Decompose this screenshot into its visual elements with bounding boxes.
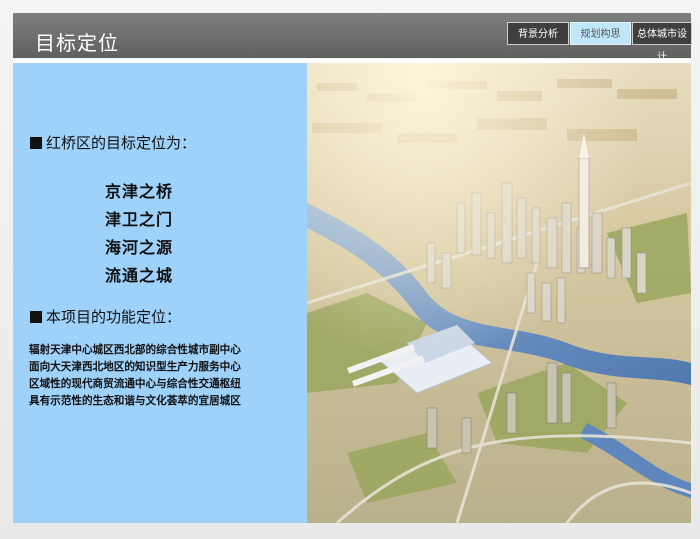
target-heading-text: 红桥区的目标定位为： xyxy=(46,134,197,152)
goal-item: 京津之桥 xyxy=(105,182,174,201)
city-aerial-image xyxy=(307,63,691,523)
function-heading: 本项目的功能定位： xyxy=(30,306,181,327)
goal-item: 海河之源 xyxy=(105,238,174,257)
goal-list: 京津之桥 津卫之门 海河之源 流通之城 xyxy=(105,178,173,290)
square-bullet-icon xyxy=(30,137,42,149)
function-item: 具有示范性的生态和谐与文化荟萃的宜居城区 xyxy=(29,395,241,407)
function-item: 辐射天津中心城区西北部的综合性城市副中心 xyxy=(29,344,241,356)
tab-urban-design[interactable]: 总体城市设计 xyxy=(632,22,692,63)
city-aerial-rendering xyxy=(307,63,691,523)
function-item: 面向大天津西北地区的知识型生产力服务中心 xyxy=(29,361,241,373)
function-heading-text: 本项目的功能定位： xyxy=(46,308,182,326)
goal-item: 津卫之门 xyxy=(105,210,174,229)
function-item: 区域性的现代商贸流通中心与综合性交通枢纽 xyxy=(29,378,241,390)
tab-background-analysis[interactable]: 背景分析 xyxy=(507,22,569,45)
goal-item: 流通之城 xyxy=(105,266,174,285)
slide: 目标定位 背景分析 规划构思 总体城市设计 红桥区的目标定位为： 京津之桥 津卫… xyxy=(0,0,700,539)
function-list: 辐射天津中心城区西北部的综合性城市副中心 面向大天津西北地区的知识型生产力服务中… xyxy=(29,342,307,410)
tab-planning-concept[interactable]: 规划构思 xyxy=(570,22,631,45)
title-bar: 目标定位 背景分析 规划构思 总体城市设计 xyxy=(13,13,692,63)
square-bullet-icon xyxy=(30,311,42,323)
page-title: 目标定位 xyxy=(35,31,119,55)
target-heading: 红桥区的目标定位为： xyxy=(30,132,196,153)
